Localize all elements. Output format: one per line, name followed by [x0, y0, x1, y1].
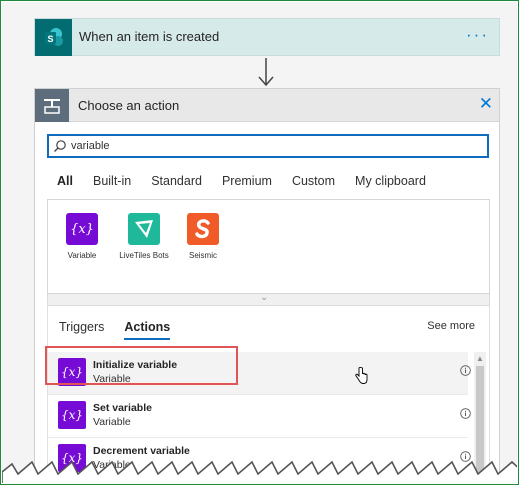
expand-connectors-bar[interactable]: ⌄ — [47, 292, 490, 306]
connector-seismic[interactable]: Seismic — [173, 213, 233, 260]
more-options-icon[interactable]: ··· — [466, 25, 489, 45]
action-card-header: Choose an action ✕ — [35, 89, 499, 122]
tab-all[interactable]: All — [57, 174, 73, 201]
tab-my-clipboard[interactable]: My clipboard — [355, 174, 426, 196]
action-title: Set variable — [93, 402, 152, 414]
down-arrow-icon — [258, 58, 274, 87]
tab-custom[interactable]: Custom — [292, 174, 335, 196]
variable-icon: {x} — [66, 213, 98, 245]
connector-grid: {x} Variable LiveTiles Bots Seismic — [47, 199, 490, 294]
tab-actions[interactable]: Actions — [124, 320, 170, 340]
torn-edge — [2, 460, 517, 483]
results-tabs: Triggers Actions — [59, 320, 190, 340]
trigger-title: When an item is created — [79, 29, 220, 44]
action-subtitle: Variable — [93, 416, 131, 428]
operation-icon — [35, 89, 69, 122]
scroll-up-icon[interactable]: ▲ — [476, 354, 484, 363]
connector-label: Variable — [67, 251, 97, 260]
connector-label: Seismic — [188, 251, 217, 260]
tab-premium[interactable]: Premium — [222, 174, 272, 196]
tab-triggers[interactable]: Triggers — [59, 320, 104, 334]
info-icon[interactable] — [460, 408, 471, 419]
chevron-down-icon: ⌄ — [260, 292, 269, 303]
hand-cursor-icon — [355, 367, 368, 384]
info-icon[interactable] — [460, 365, 471, 376]
action-subtitle: Variable — [93, 373, 131, 385]
choose-action-card: Choose an action ✕ All Built-in Standard… — [34, 88, 500, 483]
search-box[interactable] — [47, 134, 489, 158]
variable-icon: {x} — [58, 401, 86, 429]
trigger-card[interactable]: S When an item is created ··· — [34, 18, 500, 56]
see-more-link[interactable]: See more — [427, 320, 475, 332]
connector-variable[interactable]: {x} Variable — [52, 213, 112, 260]
close-icon[interactable]: ✕ — [479, 94, 493, 114]
seismic-icon — [187, 213, 219, 245]
search-input[interactable] — [71, 138, 471, 154]
flow-canvas: S When an item is created ··· Choose an … — [2, 2, 517, 483]
action-item-initialize-variable[interactable]: {x} Initialize variable Variable — [48, 352, 471, 395]
variable-icon: {x} — [58, 358, 86, 386]
livetiles-icon — [128, 213, 160, 245]
action-title: Initialize variable — [93, 359, 178, 371]
sharepoint-icon: S — [35, 19, 72, 56]
action-item-set-variable[interactable]: {x} Set variable Variable — [48, 395, 471, 438]
category-tabs: All Built-in Standard Premium Custom My … — [57, 174, 446, 201]
connector-livetiles-bots[interactable]: LiveTiles Bots — [114, 213, 174, 260]
tab-standard[interactable]: Standard — [151, 174, 202, 196]
connector-label: LiveTiles Bots — [119, 251, 169, 260]
action-card-title: Choose an action — [78, 98, 180, 113]
search-icon — [54, 140, 66, 152]
svg-text:S: S — [47, 34, 53, 44]
tab-built-in[interactable]: Built-in — [93, 174, 131, 196]
